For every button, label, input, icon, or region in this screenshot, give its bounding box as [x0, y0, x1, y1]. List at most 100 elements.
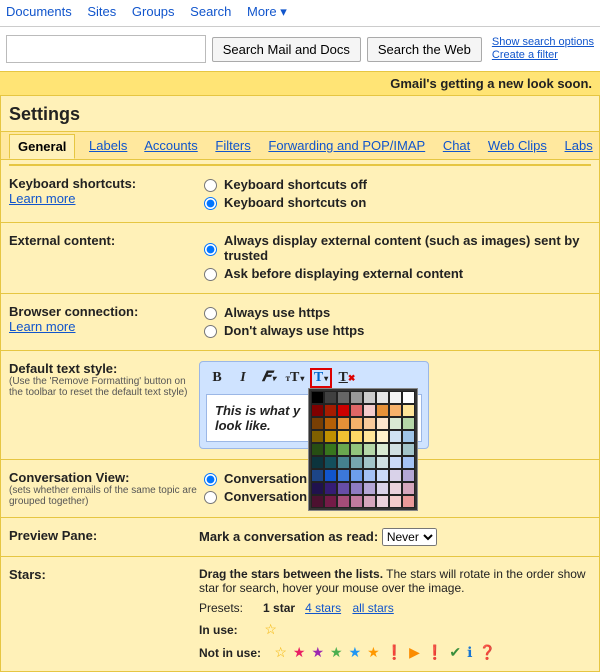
- tab-labels[interactable]: Labels: [89, 138, 127, 153]
- color-swatch[interactable]: [402, 417, 415, 430]
- color-swatch[interactable]: [337, 456, 350, 469]
- color-swatch[interactable]: [389, 443, 402, 456]
- color-swatch[interactable]: [337, 495, 350, 508]
- tab-labs[interactable]: Labs: [565, 138, 593, 153]
- color-swatch[interactable]: [389, 417, 402, 430]
- star-icon[interactable]: ★: [330, 644, 343, 660]
- star-icon[interactable]: ★: [349, 644, 362, 660]
- radio-external-ask[interactable]: [204, 268, 217, 281]
- tab-webclips[interactable]: Web Clips: [488, 138, 547, 153]
- star-icon[interactable]: ☆: [274, 644, 287, 660]
- color-swatch[interactable]: [363, 482, 376, 495]
- color-swatch[interactable]: [389, 430, 402, 443]
- star-icon[interactable]: ☆: [264, 621, 277, 637]
- color-swatch[interactable]: [402, 469, 415, 482]
- color-swatch[interactable]: [324, 430, 337, 443]
- tab-forwarding[interactable]: Forwarding and POP/IMAP: [268, 138, 425, 153]
- preview-read-select[interactable]: Never: [382, 528, 437, 546]
- search-mail-button[interactable]: Search Mail and Docs: [212, 37, 361, 62]
- color-swatch[interactable]: [363, 443, 376, 456]
- font-family-button[interactable]: 𝑭▾: [258, 368, 280, 388]
- color-swatch[interactable]: [389, 495, 402, 508]
- nav-search[interactable]: Search: [190, 4, 231, 19]
- star-icon[interactable]: ★: [367, 644, 380, 660]
- color-swatch[interactable]: [376, 417, 389, 430]
- color-swatch[interactable]: [363, 391, 376, 404]
- star-icon[interactable]: ★: [293, 644, 306, 660]
- tab-filters[interactable]: Filters: [215, 138, 250, 153]
- color-swatch[interactable]: [389, 482, 402, 495]
- color-swatch[interactable]: [311, 495, 324, 508]
- tab-general[interactable]: General: [9, 134, 75, 159]
- radio-conversation-off[interactable]: [204, 491, 217, 504]
- nav-documents[interactable]: Documents: [6, 4, 72, 19]
- color-swatch[interactable]: [350, 404, 363, 417]
- color-swatch[interactable]: [376, 443, 389, 456]
- radio-external-always[interactable]: [204, 243, 217, 256]
- bold-button[interactable]: B: [206, 368, 228, 388]
- italic-button[interactable]: I: [232, 368, 254, 388]
- color-swatch[interactable]: [389, 456, 402, 469]
- color-swatch[interactable]: [363, 417, 376, 430]
- radio-conversation-on[interactable]: [204, 473, 217, 486]
- color-swatch[interactable]: [350, 495, 363, 508]
- color-swatch[interactable]: [376, 404, 389, 417]
- color-swatch[interactable]: [376, 495, 389, 508]
- preset-4stars-link[interactable]: 4 stars: [305, 601, 341, 615]
- color-swatch[interactable]: [311, 456, 324, 469]
- color-swatch[interactable]: [402, 456, 415, 469]
- remove-formatting-button[interactable]: T✖: [336, 368, 358, 388]
- color-swatch[interactable]: [376, 456, 389, 469]
- color-swatch[interactable]: [311, 430, 324, 443]
- color-swatch[interactable]: [363, 456, 376, 469]
- color-swatch[interactable]: [324, 456, 337, 469]
- show-search-options-link[interactable]: Show search options: [492, 36, 594, 49]
- color-swatch[interactable]: [324, 495, 337, 508]
- color-swatch[interactable]: [337, 391, 350, 404]
- radio-https-not-always[interactable]: [204, 325, 217, 338]
- color-swatch[interactable]: [350, 443, 363, 456]
- nav-more[interactable]: More ▾: [247, 4, 287, 19]
- color-swatch[interactable]: [363, 469, 376, 482]
- text-color-button[interactable]: T▾: [310, 368, 332, 388]
- color-swatch[interactable]: [350, 469, 363, 482]
- preset-allstars-link[interactable]: all stars: [352, 601, 393, 615]
- color-swatch[interactable]: [402, 495, 415, 508]
- color-swatch[interactable]: [402, 430, 415, 443]
- nav-sites[interactable]: Sites: [87, 4, 116, 19]
- color-swatch[interactable]: [376, 391, 389, 404]
- color-swatch[interactable]: [402, 443, 415, 456]
- color-swatch[interactable]: [337, 443, 350, 456]
- star-icon[interactable]: ❗: [426, 644, 443, 660]
- star-icon[interactable]: ❓: [478, 644, 495, 660]
- color-swatch[interactable]: [389, 469, 402, 482]
- color-swatch[interactable]: [389, 404, 402, 417]
- radio-shortcuts-off[interactable]: [204, 179, 217, 192]
- color-swatch[interactable]: [324, 404, 337, 417]
- star-icon[interactable]: ❗: [386, 644, 403, 660]
- tab-chat[interactable]: Chat: [443, 138, 470, 153]
- color-swatch[interactable]: [376, 482, 389, 495]
- star-icon[interactable]: ★: [311, 644, 324, 660]
- color-swatch[interactable]: [337, 482, 350, 495]
- color-swatch[interactable]: [337, 404, 350, 417]
- color-swatch[interactable]: [311, 443, 324, 456]
- color-swatch[interactable]: [324, 469, 337, 482]
- star-icon[interactable]: ℹ: [467, 644, 472, 660]
- color-swatch[interactable]: [324, 482, 337, 495]
- color-swatch[interactable]: [324, 391, 337, 404]
- color-swatch[interactable]: [350, 391, 363, 404]
- color-swatch[interactable]: [363, 404, 376, 417]
- nav-groups[interactable]: Groups: [132, 4, 175, 19]
- color-swatch[interactable]: [324, 417, 337, 430]
- color-swatch[interactable]: [337, 430, 350, 443]
- color-swatch[interactable]: [311, 417, 324, 430]
- tab-accounts[interactable]: Accounts: [144, 138, 197, 153]
- radio-shortcuts-on[interactable]: [204, 197, 217, 210]
- star-icon[interactable]: ▶: [409, 644, 420, 660]
- color-swatch[interactable]: [402, 482, 415, 495]
- color-swatch[interactable]: [337, 417, 350, 430]
- color-swatch[interactable]: [350, 482, 363, 495]
- color-swatch[interactable]: [311, 391, 324, 404]
- learn-more-link[interactable]: Learn more: [9, 191, 75, 206]
